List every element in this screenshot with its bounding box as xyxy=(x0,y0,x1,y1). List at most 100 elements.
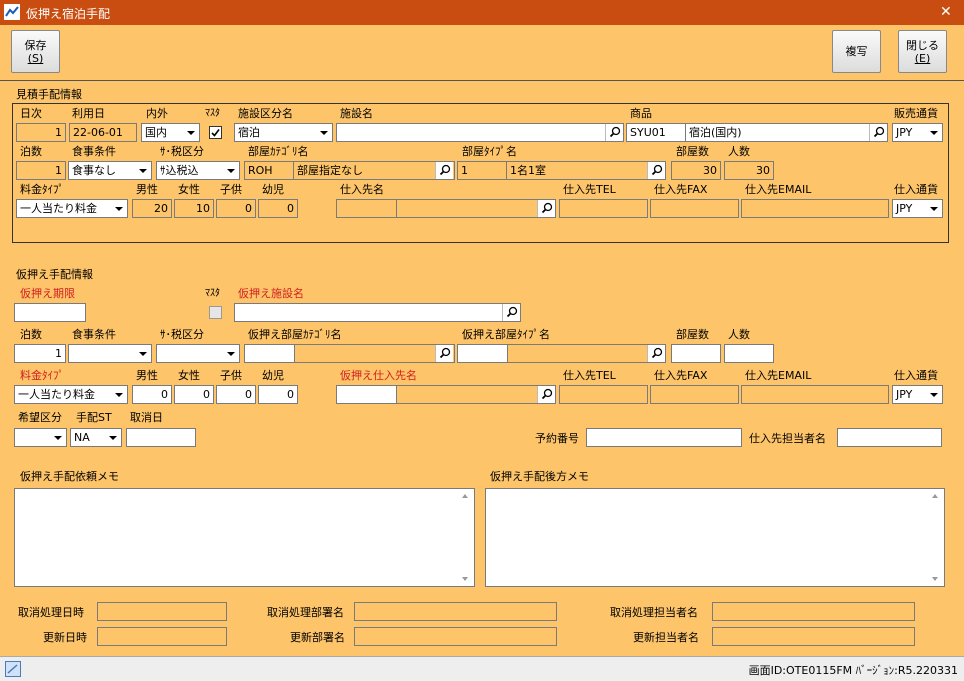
est-purchase-currency-select[interactable]: JPY xyxy=(892,199,943,218)
hold-tax-label: ｻ･税区分 xyxy=(160,328,204,341)
est-facility-name-field[interactable] xyxy=(336,123,624,142)
hold-deadline-label: 仮押え期限 xyxy=(20,287,75,300)
toolbar-divider xyxy=(0,80,964,81)
back-memo-textarea[interactable] xyxy=(485,488,945,587)
hold-deadline-field[interactable] xyxy=(14,303,86,322)
scroll-down-icon[interactable] xyxy=(932,577,938,581)
hold-rate-type-select[interactable]: 一人当たり料金 xyxy=(14,385,128,404)
update-dept-field xyxy=(354,627,557,646)
hold-persons-label: 人数 xyxy=(728,328,750,341)
hold-arrange-st-select[interactable]: NA xyxy=(70,428,122,447)
est-section-title: 見積手配情報 xyxy=(16,88,82,101)
est-rate-type-value: 一人当たり料金 xyxy=(20,202,97,215)
est-female-label: 女性 xyxy=(178,183,200,196)
hold-cancel-date-field[interactable] xyxy=(126,428,196,447)
est-rate-type-select[interactable]: 一人当たり料金 xyxy=(16,199,128,218)
search-icon[interactable] xyxy=(435,345,453,362)
request-memo-textarea[interactable] xyxy=(14,488,475,587)
scroll-up-icon[interactable] xyxy=(932,494,938,498)
est-rooms-field: 30 xyxy=(671,161,721,180)
hold-supplier-email-field xyxy=(741,385,889,404)
copy-button[interactable]: 複写 xyxy=(832,30,881,73)
est-meal-label: 食事条件 xyxy=(72,145,116,158)
update-staff-label: 更新担当者名 xyxy=(633,631,699,644)
cancel-staff-field xyxy=(712,602,915,621)
est-room-type-label: 部屋ﾀｲﾌﾟ名 xyxy=(462,145,517,158)
est-room-type-code-field: 1 xyxy=(457,161,507,180)
chevron-down-icon xyxy=(227,352,235,356)
hold-supplier-staff-field[interactable] xyxy=(837,428,942,447)
est-child-label: 子供 xyxy=(220,183,242,196)
hold-cancel-date-label: 取消日 xyxy=(130,411,163,424)
chevron-down-icon xyxy=(109,436,117,440)
hold-supplier-fax-field xyxy=(650,385,739,404)
est-tax-select[interactable]: ｻ込税込 xyxy=(156,161,240,180)
search-icon[interactable] xyxy=(537,386,555,403)
scroll-down-icon[interactable] xyxy=(462,577,468,581)
est-persons-label: 人数 xyxy=(728,145,750,158)
est-meal-select[interactable]: 食事なし xyxy=(68,161,152,180)
search-icon[interactable] xyxy=(537,200,555,217)
hold-purchase-currency-value: JPY xyxy=(896,388,913,401)
title-bar: 仮押え宿泊手配 ✕ xyxy=(0,0,964,25)
hold-master-checkbox[interactable] xyxy=(209,306,222,319)
close-window-icon[interactable]: ✕ xyxy=(940,4,952,20)
memo-scrollbar[interactable] xyxy=(927,489,944,586)
search-icon[interactable] xyxy=(647,345,665,362)
save-button[interactable]: 保存 (S) xyxy=(11,30,60,73)
hold-booking-no-field[interactable] xyxy=(586,428,742,447)
hold-room-category-code-field[interactable] xyxy=(244,344,295,363)
hold-tax-select[interactable] xyxy=(156,344,240,363)
hold-male-field[interactable]: 0 xyxy=(132,385,172,404)
hold-room-type-code-field[interactable] xyxy=(457,344,508,363)
scroll-up-icon[interactable] xyxy=(462,494,468,498)
chevron-down-icon xyxy=(930,207,938,211)
est-product-code-field[interactable]: SYU01 xyxy=(626,123,686,142)
hold-female-field[interactable]: 0 xyxy=(174,385,214,404)
hold-child-field[interactable]: 0 xyxy=(216,385,256,404)
est-facility-type-value: 宿泊 xyxy=(238,126,260,139)
hold-wish-label: 希望区分 xyxy=(18,411,62,424)
est-master-checkbox[interactable] xyxy=(209,126,222,139)
search-icon[interactable] xyxy=(435,162,453,179)
est-rooms-label: 部屋数 xyxy=(676,145,709,158)
hold-meal-label: 食事条件 xyxy=(72,328,116,341)
est-facility-name-label: 施設名 xyxy=(340,107,373,120)
est-master-label: ﾏｽﾀ xyxy=(205,108,220,119)
request-memo-label: 仮押え手配依頼メモ xyxy=(20,470,119,483)
hold-supplier-code-field[interactable] xyxy=(336,385,397,404)
memo-scrollbar[interactable] xyxy=(457,489,474,586)
chevron-down-icon xyxy=(139,352,147,356)
est-supplier-code-field xyxy=(336,199,397,218)
hold-supplier-name-field xyxy=(396,385,556,404)
search-icon[interactable] xyxy=(869,124,887,141)
est-supplier-email-field xyxy=(741,199,889,218)
close-button[interactable]: 閉じる (E) xyxy=(898,30,947,73)
update-dept-label: 更新部署名 xyxy=(290,631,345,644)
search-icon[interactable] xyxy=(502,304,520,321)
cancel-dept-field xyxy=(354,602,557,621)
hold-nights-field[interactable]: 1 xyxy=(14,344,66,363)
chevron-down-icon xyxy=(115,393,123,397)
est-product-name-field[interactable]: 宿泊(国内) xyxy=(685,123,888,142)
hold-facility-name-field[interactable] xyxy=(234,303,521,322)
hold-rooms-field[interactable] xyxy=(671,344,721,363)
hold-room-category-label: 仮押え部屋ｶﾃｺﾞﾘ名 xyxy=(248,328,342,341)
search-icon[interactable] xyxy=(647,162,665,179)
hold-meal-select[interactable] xyxy=(68,344,152,363)
hold-nights-label: 泊数 xyxy=(20,328,42,341)
hold-infant-field[interactable]: 0 xyxy=(258,385,298,404)
est-room-category-name-field: 部屋指定なし xyxy=(293,161,455,180)
est-facility-type-select[interactable]: 宿泊 xyxy=(234,123,333,142)
est-sales-currency-select[interactable]: JPY xyxy=(892,123,943,142)
hold-purchase-currency-select[interactable]: JPY xyxy=(892,385,943,404)
hold-child-label: 子供 xyxy=(220,369,242,382)
hold-wish-select[interactable] xyxy=(14,428,67,447)
save-button-label: 保存 xyxy=(24,39,47,52)
est-domestic-select[interactable]: 国内 xyxy=(141,123,200,142)
hold-supplier-fax-label: 仕入先FAX xyxy=(654,369,708,382)
app-icon xyxy=(4,4,20,20)
hold-room-type-label: 仮押え部屋ﾀｲﾌﾟ名 xyxy=(462,328,550,341)
search-icon[interactable] xyxy=(605,124,623,141)
hold-persons-field[interactable] xyxy=(724,344,774,363)
